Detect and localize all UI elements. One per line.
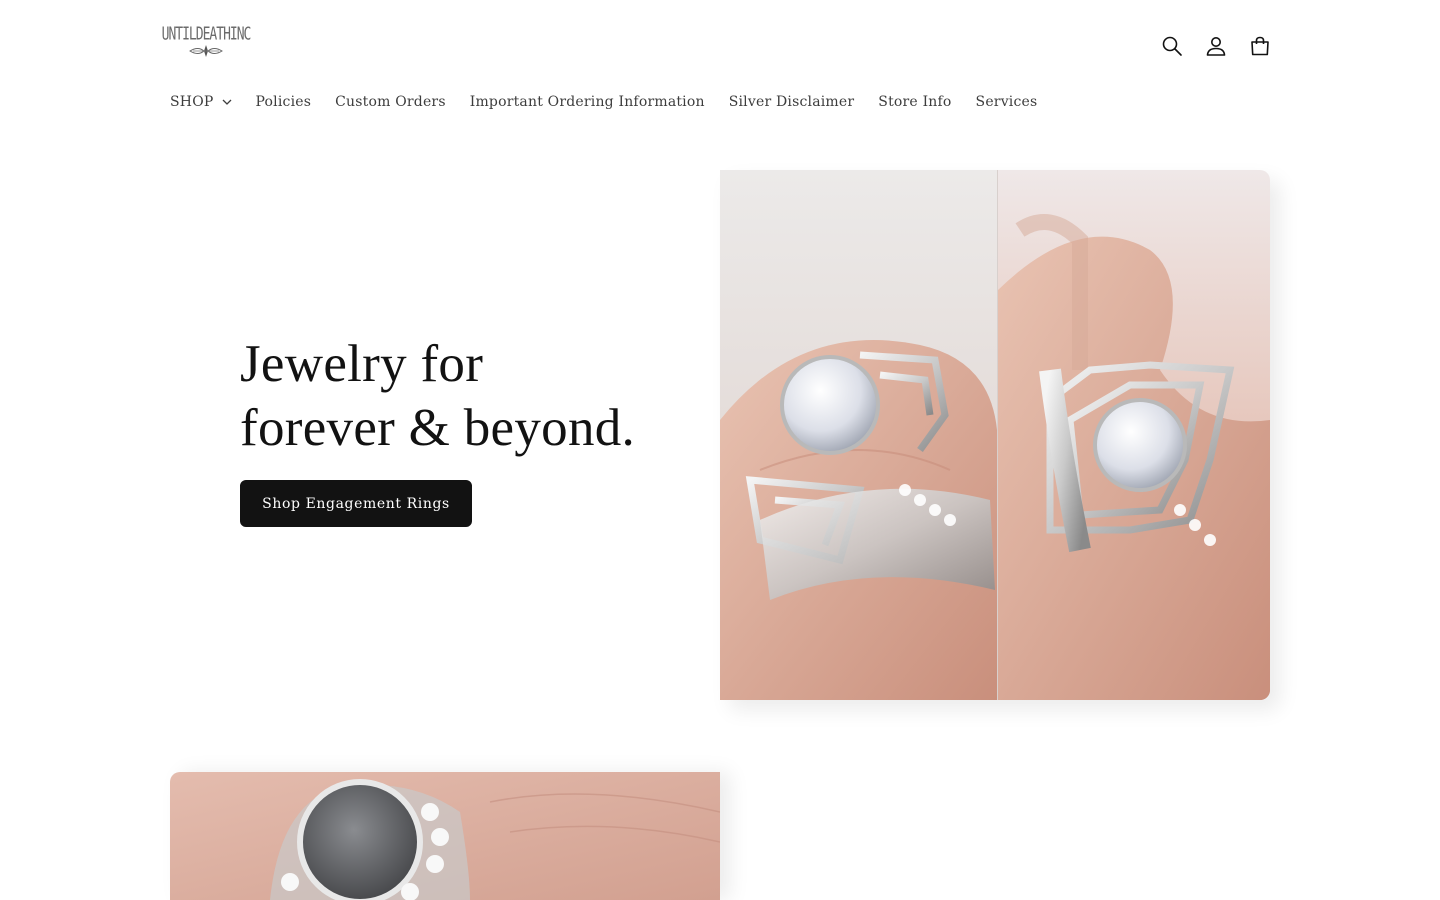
hero-text-block: Jewelry for forever & beyond. — [240, 332, 700, 460]
nav-item-store-info[interactable]: Store Info — [878, 94, 951, 110]
nav-item-services[interactable]: Services — [976, 94, 1038, 110]
nav-item-label: Important Ordering Information — [469, 94, 705, 110]
nav-item-label: Custom Orders — [335, 94, 446, 110]
nav-item-shop[interactable]: SHOP — [170, 94, 232, 110]
hero-title-line-1: Jewelry for — [240, 335, 484, 393]
nav-item-label: Services — [975, 94, 1038, 110]
nav-item-policies[interactable]: Policies — [256, 94, 312, 110]
nav-item-label: Silver Disclaimer — [728, 94, 855, 110]
brand-logo[interactable]: UNTILDEATHINC — [162, 25, 251, 68]
chevron-down-icon — [222, 99, 231, 105]
shop-engagement-rings-button[interactable]: Shop Engagement Rings — [240, 480, 472, 527]
flourish-icon — [189, 45, 223, 57]
main-nav: SHOP Policies Custom Orders Important Or… — [170, 94, 1037, 110]
hero-image — [720, 170, 1270, 700]
nav-item-silver-disclaimer[interactable]: Silver Disclaimer — [729, 94, 855, 110]
nav-item-label: Store Info — [878, 94, 952, 110]
secondary-ring-image — [170, 772, 720, 900]
logo-wordmark: UNTILDEATHINC — [161, 24, 252, 45]
site-header: UNTILDEATHINC SHOP Policies Custom Order… — [0, 0, 1440, 140]
cart-icon[interactable] — [1248, 34, 1272, 58]
header-actions — [1160, 34, 1272, 58]
hero-title: Jewelry for forever & beyond. — [240, 332, 700, 460]
hero-title-line-2: forever & beyond. — [240, 399, 636, 457]
hero-ring-photo — [720, 170, 1270, 700]
nav-item-label: SHOP — [170, 94, 214, 110]
secondary-ring-photo — [170, 772, 720, 900]
search-icon[interactable] — [1160, 34, 1184, 58]
account-icon[interactable] — [1204, 34, 1228, 58]
nav-item-custom-orders[interactable]: Custom Orders — [335, 94, 446, 110]
nav-item-label: Policies — [255, 94, 312, 110]
nav-item-important-ordering-information[interactable]: Important Ordering Information — [470, 94, 705, 110]
